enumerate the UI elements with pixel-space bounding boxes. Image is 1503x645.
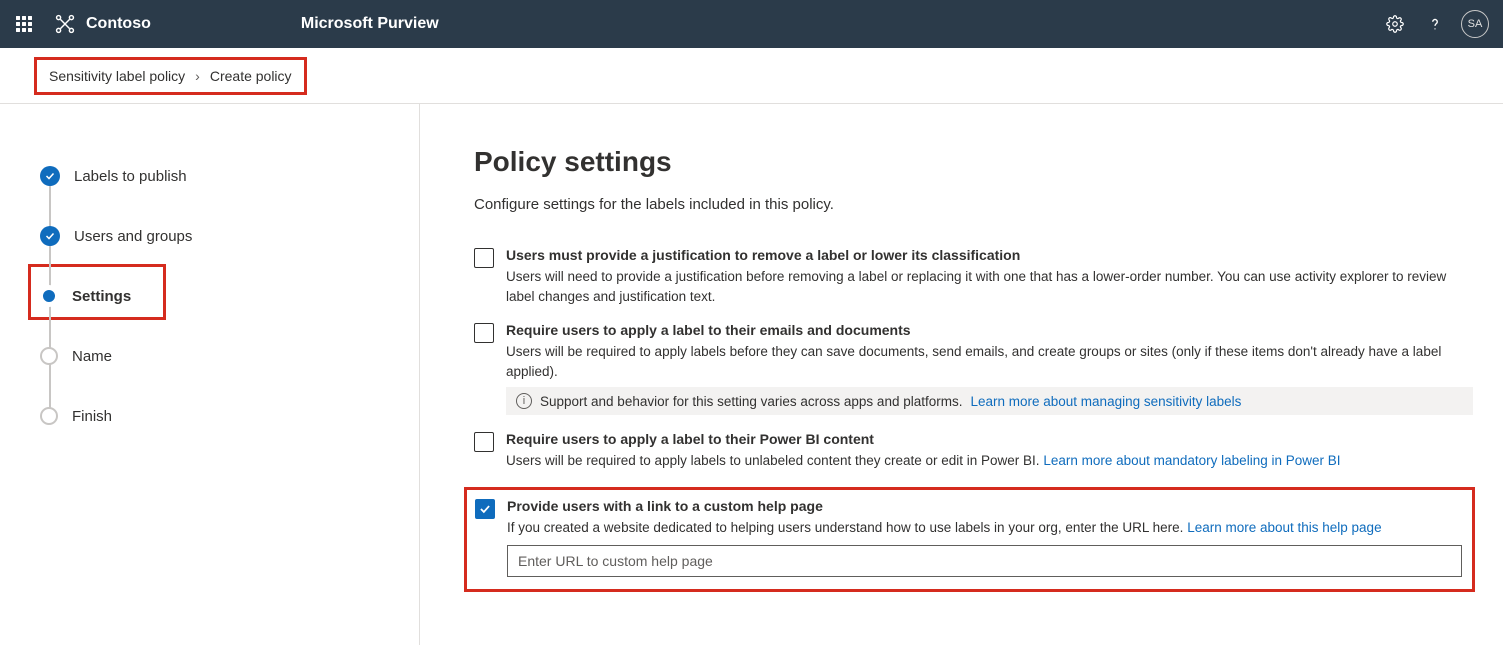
step-label: Settings bbox=[72, 288, 131, 305]
checkbox-require-powerbi[interactable] bbox=[474, 432, 494, 452]
main-content: Policy settings Configure settings for t… bbox=[420, 104, 1503, 645]
global-header: Contoso Microsoft Purview SA bbox=[0, 0, 1503, 48]
org-logo-icon bbox=[54, 13, 76, 35]
chevron-right-icon: › bbox=[195, 68, 200, 84]
setting-desc: Users will need to provide a justificati… bbox=[506, 267, 1473, 306]
help-icon[interactable] bbox=[1415, 4, 1455, 44]
breadcrumb-current[interactable]: Create policy bbox=[210, 68, 292, 84]
breadcrumb: Sensitivity label policy › Create policy bbox=[34, 57, 307, 95]
link-learn-sensitivity[interactable]: Learn more about managing sensitivity la… bbox=[970, 394, 1241, 409]
user-avatar[interactable]: SA bbox=[1461, 10, 1489, 38]
step-label: Name bbox=[72, 348, 112, 365]
settings-icon[interactable] bbox=[1375, 4, 1415, 44]
step-name[interactable]: Name bbox=[40, 326, 419, 386]
step-finish[interactable]: Finish bbox=[40, 386, 419, 446]
setting-title: Users must provide a justification to re… bbox=[506, 247, 1473, 263]
pending-step-dot-icon bbox=[40, 407, 58, 425]
check-icon bbox=[40, 226, 60, 246]
help-page-url-input[interactable] bbox=[507, 545, 1462, 577]
checkbox-require-email-docs[interactable] bbox=[474, 323, 494, 343]
avatar-initials: SA bbox=[1468, 18, 1483, 30]
app-launcher-icon[interactable] bbox=[8, 8, 40, 40]
checkbox-help-page[interactable] bbox=[475, 499, 495, 519]
step-labels-to-publish[interactable]: Labels to publish bbox=[40, 146, 419, 206]
checkbox-justification[interactable] bbox=[474, 248, 494, 268]
setting-require-powerbi: Require users to apply a label to their … bbox=[474, 431, 1473, 471]
setting-title: Require users to apply a label to their … bbox=[506, 431, 1473, 447]
pending-step-dot-icon bbox=[40, 347, 58, 365]
breadcrumb-row: Sensitivity label policy › Create policy bbox=[0, 48, 1503, 104]
setting-title: Provide users with a link to a custom he… bbox=[507, 498, 1462, 514]
org-name: Contoso bbox=[86, 15, 151, 33]
step-label: Users and groups bbox=[74, 228, 192, 245]
info-icon: i bbox=[516, 393, 532, 409]
breadcrumb-parent[interactable]: Sensitivity label policy bbox=[49, 68, 185, 84]
check-icon bbox=[40, 166, 60, 186]
step-label: Labels to publish bbox=[74, 168, 187, 185]
page-subtitle: Configure settings for the labels includ… bbox=[474, 196, 1473, 213]
link-learn-helppage[interactable]: Learn more about this help page bbox=[1187, 520, 1381, 535]
step-label: Finish bbox=[72, 408, 112, 425]
current-step-dot-icon bbox=[40, 287, 58, 305]
org-brand[interactable]: Contoso bbox=[54, 13, 151, 35]
setting-title: Require users to apply a label to their … bbox=[506, 322, 1473, 338]
info-text: Support and behavior for this setting va… bbox=[540, 394, 962, 409]
setting-require-email-docs: Require users to apply a label to their … bbox=[474, 322, 1473, 415]
setting-help-page: Provide users with a link to a custom he… bbox=[475, 498, 1462, 578]
product-name: Microsoft Purview bbox=[301, 15, 439, 33]
info-banner: i Support and behavior for this setting … bbox=[506, 387, 1473, 415]
link-learn-powerbi[interactable]: Learn more about mandatory labeling in P… bbox=[1043, 453, 1340, 468]
setting-desc: Users will be required to apply labels b… bbox=[506, 342, 1473, 381]
setting-desc: If you created a website dedicated to he… bbox=[507, 518, 1462, 538]
setting-desc: Users will be required to apply labels t… bbox=[506, 451, 1473, 471]
highlight-box-helppage: Provide users with a link to a custom he… bbox=[464, 487, 1475, 593]
page-title: Policy settings bbox=[474, 146, 1473, 178]
step-settings[interactable]: Settings bbox=[40, 266, 419, 326]
wizard-sidebar: Labels to publish Users and groups Setti… bbox=[0, 104, 420, 645]
setting-justification: Users must provide a justification to re… bbox=[474, 247, 1473, 306]
step-users-and-groups[interactable]: Users and groups bbox=[40, 206, 419, 266]
wizard-steps: Labels to publish Users and groups Setti… bbox=[40, 146, 419, 446]
